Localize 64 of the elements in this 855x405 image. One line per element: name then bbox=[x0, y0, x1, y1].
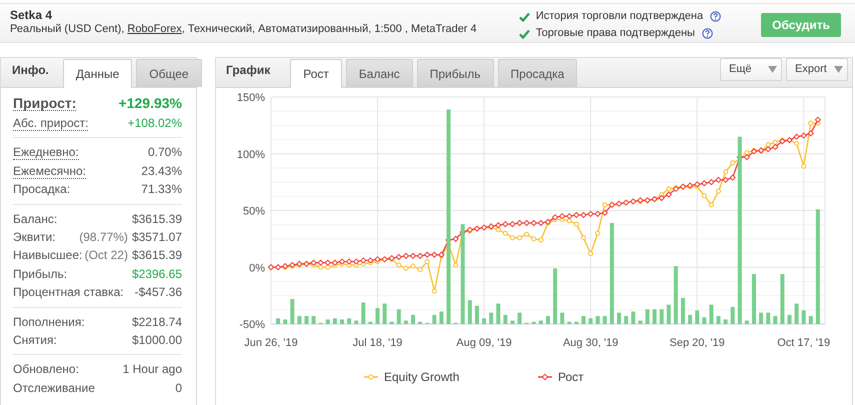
x-axis-label: Sep 20, '19 bbox=[670, 337, 725, 349]
stat-label: Абс. прирост: bbox=[13, 117, 88, 131]
stat-label: Наивысшее: bbox=[13, 247, 82, 264]
stat-value: -$457.36 bbox=[134, 285, 182, 300]
legend-marker-icon bbox=[364, 374, 378, 380]
stat-note: (Oct 22) bbox=[84, 248, 128, 262]
stat-label: Ежемесячно: bbox=[13, 164, 86, 179]
tab[interactable]: Рост bbox=[290, 59, 342, 88]
x-axis-label: Aug 30, '19 bbox=[562, 337, 618, 349]
tab[interactable]: Общее bbox=[136, 59, 202, 87]
y-axis-label: 50% bbox=[242, 206, 265, 218]
caret-icon bbox=[834, 66, 843, 73]
stat-value: 1 Hour ago bbox=[122, 362, 182, 376]
stat-label: Прибыль: bbox=[13, 266, 68, 283]
panel-title: График bbox=[226, 62, 270, 79]
y-axis-label: -50% bbox=[239, 319, 265, 331]
x-axis-label: Aug 09, '19 bbox=[456, 337, 512, 349]
broker-link[interactable]: RoboForex bbox=[127, 23, 182, 35]
stat-label: Прирост: bbox=[13, 97, 76, 111]
tab[interactable]: Прибыль bbox=[416, 59, 494, 87]
verification-text: История торговли подтверждена bbox=[536, 9, 704, 24]
stat-value: +108.02% bbox=[128, 116, 182, 130]
account-description: Реальный (USD Cent), RoboForex, Технический, Автоматизированный, 1:500 , MetaTrader 4 bbox=[10, 22, 477, 37]
stat-value: 0.70% bbox=[148, 145, 182, 160]
stat-label: Снятия: bbox=[13, 332, 57, 349]
x-axis-label: Jun 26, '19 bbox=[244, 337, 298, 349]
stat-value: 0 bbox=[175, 380, 182, 395]
stat-label: Отслеживание bbox=[13, 380, 95, 397]
help-icon[interactable] bbox=[702, 28, 713, 39]
stat-label: Просадка: bbox=[13, 181, 70, 198]
stat-label: Баланс: bbox=[13, 210, 58, 228]
stat-value: $3615.39 bbox=[132, 212, 182, 226]
stat-value: 23.43% bbox=[141, 164, 182, 178]
stat-value: +129.93% bbox=[118, 95, 182, 111]
account-title: Setka 4 bbox=[10, 8, 54, 22]
stat-label: Процентная ставка: bbox=[13, 284, 124, 302]
stat-value: 71.33% bbox=[141, 182, 182, 196]
stat-value: $2218.74 bbox=[132, 314, 182, 329]
x-axis-label: Jul 18, '19 bbox=[352, 337, 402, 349]
stat-value: $1000.00 bbox=[132, 332, 182, 347]
stat-value: $3615.39 bbox=[132, 248, 182, 262]
stat-label: Ежедневно: bbox=[13, 146, 79, 160]
caret-icon bbox=[768, 66, 777, 73]
y-axis-label: 150% bbox=[236, 92, 265, 104]
y-axis-label: 100% bbox=[236, 148, 265, 161]
verification-text: Торговые права подтверждены bbox=[536, 26, 695, 41]
legend-marker-icon bbox=[538, 374, 552, 380]
tab[interactable]: Просадка bbox=[498, 59, 578, 87]
dropdown-button[interactable]: Export bbox=[786, 58, 848, 81]
stat-value: $2396.65 bbox=[132, 266, 182, 281]
legend-label[interactable]: Рост bbox=[558, 370, 584, 384]
stat-label: Эквити: bbox=[13, 228, 56, 246]
stat-value: $3571.07 bbox=[132, 230, 182, 244]
tab[interactable]: Данные bbox=[62, 59, 132, 88]
x-axis-label: Oct 17, '19 bbox=[777, 337, 830, 349]
tab[interactable]: Баланс bbox=[346, 59, 413, 87]
stat-label: Обновлено: bbox=[13, 361, 79, 378]
stat-note: (98.77%) bbox=[79, 230, 128, 244]
stat-label: Пополнения: bbox=[13, 314, 85, 331]
panel-title: Инфо. bbox=[12, 62, 49, 79]
dropdown-button[interactable]: Ещё bbox=[720, 58, 782, 81]
y-axis-label: 0% bbox=[249, 262, 265, 274]
legend-label[interactable]: Equity Growth bbox=[384, 370, 460, 384]
help-icon[interactable] bbox=[710, 11, 722, 22]
